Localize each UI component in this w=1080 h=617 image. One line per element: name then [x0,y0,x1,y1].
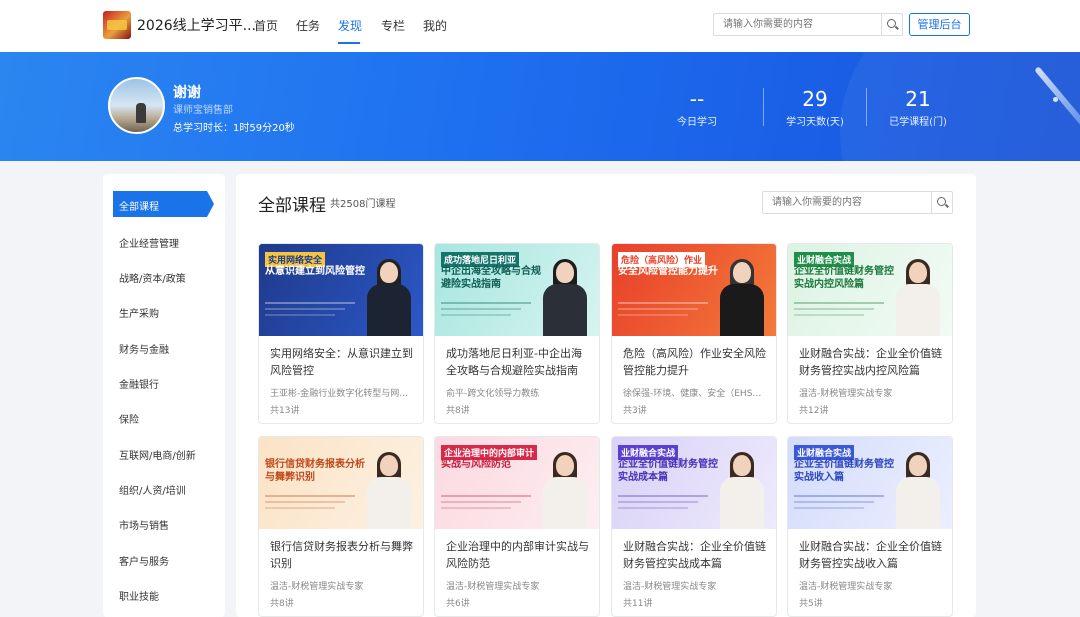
sidebar-item[interactable]: 金融银行 [119,376,159,391]
top-search-box [713,13,903,36]
instructor-photo [367,452,411,529]
course-thumbnail[interactable]: 业财融合实战 企业全价值链财务管控实战收入篇 [788,437,952,529]
sidebar-item[interactable]: 企业经营管理 [119,235,179,250]
course-author: 温洁-财税管理实战专家 [623,582,717,592]
course-title[interactable]: 银行信贷财务报表分析与舞弊识别 [270,538,416,572]
course-count: 共2508门课程 [330,199,396,210]
top-search-input[interactable] [714,14,882,35]
nav-active-indicator [338,42,360,44]
course-card[interactable]: 业财融合实战 企业全价值链财务管控实战内控风险篇业财融合实战：企业全价值链财务管控… [787,243,953,424]
thumbnail-title: 从意识建立到风险管控 [265,266,365,277]
course-card[interactable]: 银行信贷财务报表分析与舞弊识别 银行信贷财务报表分析与舞弊识别 温洁-财税管理实战专… [258,436,424,617]
user-dept: 课师宝销售部 [173,105,233,116]
sidebar-item[interactable]: 保险 [119,411,139,426]
course-thumbnail[interactable]: 业财融合实战 企业全价值链财务管控实战内控风险篇 [788,244,952,336]
instructor-photo [720,259,764,336]
course-card[interactable]: 业财融合实战 企业全价值链财务管控实战成本篇业财融合实战：企业全价值链财务管控实战… [611,436,777,617]
course-lessons: 共6讲 [446,599,470,609]
sidebar-item[interactable]: 职业技能 [119,588,159,603]
nav-item-columns[interactable]: 专栏 [381,17,405,34]
sidebar-item[interactable]: 互联网/电商/创新 [119,447,196,462]
top-search-button[interactable] [881,14,902,35]
course-author: 俞平-跨文化领导力教练 [446,389,540,399]
course-card[interactable]: 实用网络安全 从意识建立到风险管控实用网络安全：从意识建立到风险管控王亚彬-金融行… [258,243,424,424]
course-author: 温洁-财税管理实战专家 [799,389,893,399]
nav-item-discover[interactable]: 发现 [338,17,362,34]
course-card[interactable]: 成功落地尼日利亚 中企出海全攻略与合规避险实战指南成功落地尼日利亚-中企出海全攻略… [434,243,600,424]
profile-banner: 谢谢 课师宝销售部 总学习时长：1时59分20秒 -- 今日学习 29 学习天数… [0,52,1080,161]
thumbnail-title: 企业全价值链财务管控实战收入篇 [794,459,894,483]
sidebar-item[interactable]: 组织/人资/培训 [119,482,186,497]
course-author: 温洁-财税管理实战专家 [799,582,893,592]
course-lessons: 共8讲 [270,599,294,609]
course-search-input[interactable] [763,192,931,213]
avatar[interactable] [108,77,165,134]
course-list-panel: 全部课程 共2508门课程 实用网络安全从意识建立到风险管控实用网络安全：从意识… [236,174,976,617]
sidebar-item[interactable]: 客户与服务 [119,553,169,568]
thumbnail-title: 安全风险管控能力提升 [618,266,718,277]
thumbnail-title: 企业全价值链财务管控实战内控风险篇 [794,266,894,290]
course-lessons: 共3讲 [623,406,647,416]
stat-days: 29 学习天数(天) [786,87,844,128]
thumbnail-title: 银行信贷财务报表分析与舞弊识别 [265,459,365,483]
page-title: 全部课程 [258,196,326,216]
course-lessons: 共12讲 [799,406,829,416]
nav-item-home[interactable]: 首页 [254,17,278,34]
course-title[interactable]: 危险（高风险）作业安全风险管控能力提升 [623,345,769,379]
stat-courses: 21 已学课程(门) [889,87,947,128]
course-lessons: 共5讲 [799,599,823,609]
site-title[interactable]: 2026线上学习平... [137,15,256,35]
course-title[interactable]: 业财融合实战：企业全价值链财务管控实战内控风险篇 [799,345,945,379]
instructor-photo [720,452,764,529]
stat-today: -- 今日学习 [677,87,717,128]
course-author: 王亚彬-金融行业数字化转型与网络信... [270,389,416,399]
course-title[interactable]: 成功落地尼日利亚-中企出海全攻略与合规避险实战指南 [446,345,592,379]
course-thumbnail[interactable]: 危险（高风险）作业 安全风险管控能力提升 [612,244,776,336]
course-card[interactable]: 业财融合实战 企业全价值链财务管控实战收入篇业财融合实战：企业全价值链财务管控实战… [787,436,953,617]
course-thumbnail[interactable]: 成功落地尼日利亚 中企出海全攻略与合规避险实战指南 [435,244,599,336]
nav-item-mine[interactable]: 我的 [423,17,447,34]
course-thumbnail[interactable]: 企业治理中的内部审计 实战与风险防范 [435,437,599,529]
top-nav: 2026线上学习平... 首页 任务 发现 专栏 我的 管理后台 [0,0,1080,52]
instructor-photo [367,259,411,336]
course-search-box [762,191,953,214]
thumbnail-title: 企业全价值链财务管控实战成本篇 [618,459,718,483]
user-name: 谢谢 [173,85,201,101]
sidebar-item[interactable]: 市场与销售 [119,517,169,532]
course-title[interactable]: 业财融合实战：企业全价值链财务管控实战成本篇 [623,538,769,572]
nav-item-tasks[interactable]: 任务 [296,17,320,34]
instructor-photo [543,452,587,529]
search-icon [937,197,946,206]
course-lessons: 共13讲 [270,406,300,416]
course-lessons: 共8讲 [446,406,470,416]
course-title[interactable]: 业财融合实战：企业全价值链财务管控实战收入篇 [799,538,945,572]
course-title[interactable]: 企业治理中的内部审计实战与风险防范 [446,538,592,572]
course-thumbnail[interactable]: 实用网络安全 从意识建立到风险管控 [259,244,423,336]
sidebar-item[interactable]: 战略/资本/政策 [119,270,186,285]
course-thumbnail[interactable]: 银行信贷财务报表分析与舞弊识别 [259,437,423,529]
course-lessons: 共11讲 [623,599,653,609]
sidebar-item[interactable]: 财务与金融 [119,341,169,356]
category-sidebar: 全部课程 企业经营管理 战略/资本/政策 生产采购 财务与金融 金融银行 保险 … [103,174,225,617]
course-card[interactable]: 企业治理中的内部审计 实战与风险防范 企业治理中的内部审计实战与风险防范 温洁-财税管… [434,436,600,617]
instructor-photo [896,259,940,336]
instructor-photo [896,452,940,529]
course-author: 温洁-财税管理实战专家 [446,582,540,592]
search-icon [887,19,896,28]
course-title[interactable]: 实用网络安全：从意识建立到风险管控 [270,345,416,379]
sidebar-item[interactable]: 生产采购 [119,305,159,320]
course-search-button[interactable] [931,192,952,213]
thumbnail-title: 中企出海全攻略与合规避险实战指南 [441,266,541,290]
sidebar-item-all[interactable]: 全部课程 [113,191,214,217]
study-time: 总学习时长：1时59分20秒 [173,123,295,134]
course-thumbnail[interactable]: 业财融合实战 企业全价值链财务管控实战成本篇 [612,437,776,529]
instructor-photo [543,259,587,336]
site-logo[interactable] [103,11,131,39]
course-author: 温洁-财税管理实战专家 [270,582,364,592]
admin-button[interactable]: 管理后台 [909,13,970,36]
course-card[interactable]: 危险（高风险）作业 安全风险管控能力提升 危险（高风险）作业安全风险管控能力提升 徐保… [611,243,777,424]
thumbnail-title: 实战与风险防范 [441,459,511,470]
course-author: 徐保强-环境、健康、安全（EHS）引... [623,389,769,399]
